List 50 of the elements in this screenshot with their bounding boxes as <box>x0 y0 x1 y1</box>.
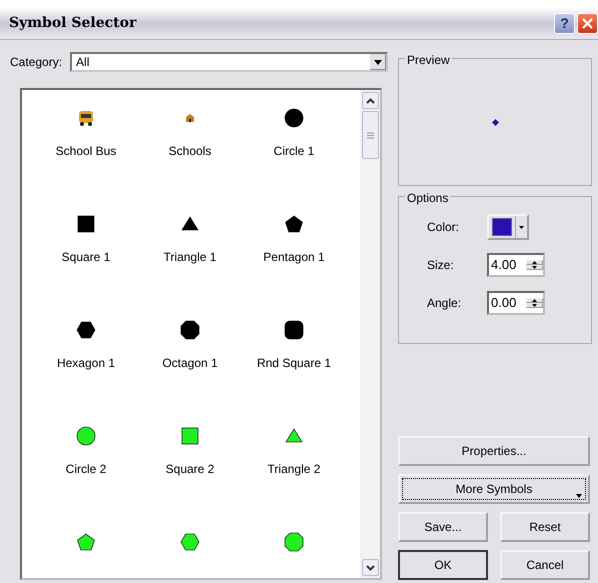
symbol-label: Pentagon 1 <box>263 249 325 266</box>
octagon-icon[interactable] <box>180 320 200 340</box>
symbol-label: Rnd Square 1 <box>256 355 332 372</box>
symbol-label: School Bus <box>56 143 116 160</box>
square-icon[interactable] <box>180 426 200 446</box>
dialog-button[interactable]: Reset <box>500 512 590 542</box>
window-title: Symbol Selector <box>9 14 138 33</box>
symbol-label: Schools <box>168 143 212 160</box>
caret-icon <box>576 494 582 498</box>
pentagon-icon[interactable] <box>284 214 304 234</box>
dialog-button[interactable]: Cancel <box>500 550 590 580</box>
field-label: Angle: <box>427 295 462 312</box>
symbol-label: Triangle 2 <box>268 461 320 478</box>
rounded-square-icon[interactable] <box>284 320 304 340</box>
symbol-label: Square 2 <box>166 461 214 478</box>
dialog-button[interactable]: More Symbols <box>398 474 590 504</box>
close-button[interactable] <box>577 13 598 34</box>
field-label: Color: <box>427 219 460 236</box>
scrollbar[interactable] <box>360 90 380 578</box>
color-picker-button[interactable] <box>487 214 529 240</box>
scroll-up-icon[interactable] <box>362 92 378 109</box>
help-button[interactable]: ? <box>554 13 575 34</box>
symbol-label: Square 1 <box>62 249 110 266</box>
dialog-button[interactable]: Properties... <box>398 436 590 466</box>
symbol-label: Circle 1 <box>274 143 314 160</box>
circle-icon[interactable] <box>284 108 304 128</box>
close-icon <box>582 18 593 29</box>
scroll-down-icon[interactable] <box>362 559 378 576</box>
octagon-icon[interactable] <box>284 532 304 552</box>
symbol-label: Triangle 1 <box>164 249 216 266</box>
number-spin-field[interactable]: 0.00 <box>487 291 545 315</box>
scroll-thumb[interactable] <box>362 111 378 159</box>
preview-marker-icon <box>492 118 498 126</box>
dropdown-arrow-icon[interactable] <box>374 60 382 64</box>
square-icon[interactable] <box>76 214 96 234</box>
dialog-button[interactable]: Save... <box>398 512 488 542</box>
number-spin-field[interactable]: 4.00 <box>487 253 545 277</box>
symbol-label: Hexagon 1 <box>56 355 116 372</box>
dialog-button[interactable]: OK <box>398 550 488 580</box>
hexagon-icon[interactable] <box>76 320 96 340</box>
category-dropdown[interactable]: All <box>70 52 388 72</box>
circle-icon[interactable] <box>76 426 96 446</box>
category-label: Category: <box>10 54 62 71</box>
hexagon-icon[interactable] <box>180 532 200 552</box>
bus-icon[interactable] <box>76 108 96 128</box>
symbol-label: Circle 2 <box>66 461 106 478</box>
symbol-label: Octagon 1 <box>162 355 218 372</box>
pentagon-icon[interactable] <box>76 532 96 552</box>
field-label: Size: <box>427 257 455 274</box>
dropdown-arrow-icon[interactable] <box>519 226 524 228</box>
